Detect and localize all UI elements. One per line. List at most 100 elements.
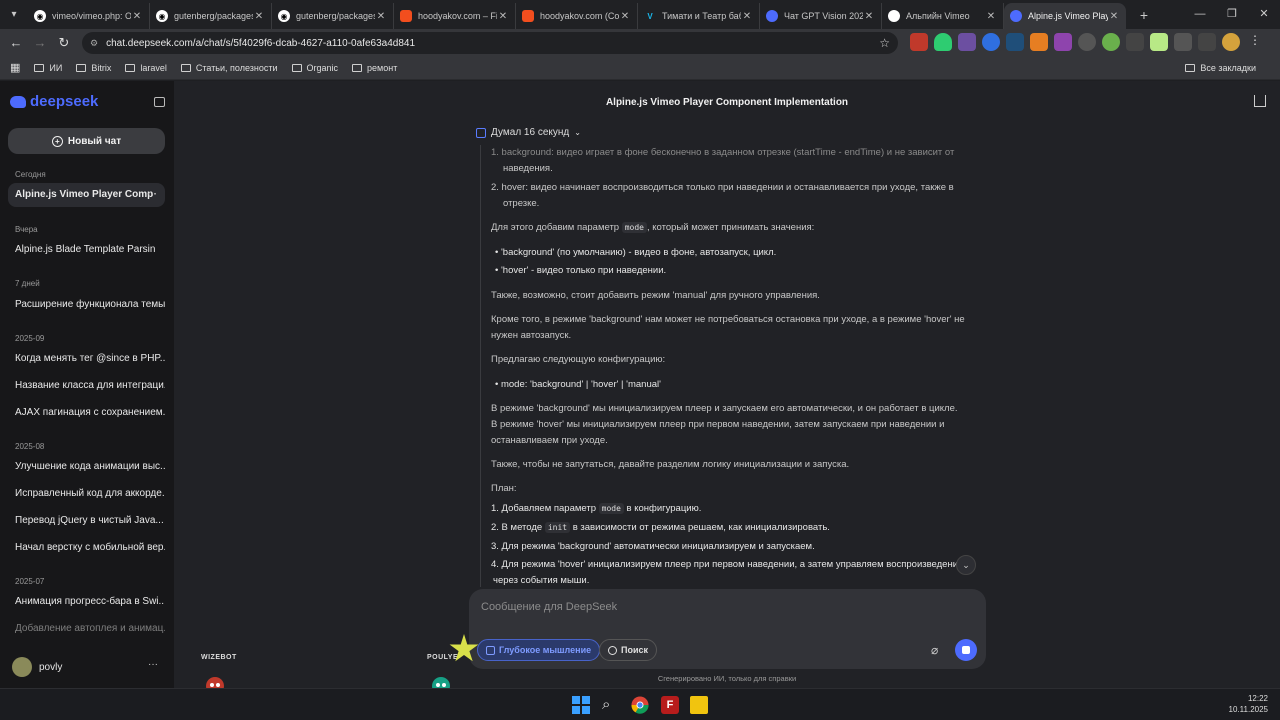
windows-start-icon[interactable] xyxy=(572,696,590,714)
extension-icon[interactable] xyxy=(1150,33,1168,51)
close-tab-icon[interactable]: ✕ xyxy=(985,11,997,22)
chat-item-active[interactable]: Alpine.js Vimeo Player Comp ··· xyxy=(8,183,165,207)
menu-dots-icon[interactable]: ⋮ xyxy=(1246,33,1264,51)
puzzle-icon[interactable] xyxy=(1174,33,1192,51)
browser-tab[interactable]: hoodyakov.com (Cop ✕ xyxy=(516,3,638,29)
chat-item[interactable]: Добавление автоплея и анимац... xyxy=(8,617,165,641)
search-icon[interactable]: ⌕ xyxy=(602,696,620,714)
extension-icon[interactable] xyxy=(1030,33,1048,51)
deep-think-toggle[interactable]: Глубокое мышление xyxy=(477,639,601,661)
shield-icon[interactable] xyxy=(934,33,952,51)
extension-icon[interactable] xyxy=(1126,33,1144,51)
back-icon[interactable]: ← xyxy=(4,35,28,50)
extension-icon[interactable] xyxy=(1054,33,1072,51)
browser-tab-active[interactable]: Alpine.js Vimeo Player✕ xyxy=(1004,3,1126,29)
windows-taskbar: ⌕ F 12:22 10.11.2025 xyxy=(0,688,1280,720)
deepseek-icon xyxy=(1010,10,1022,22)
chat-item[interactable]: Перевод jQuery в чистый Java... xyxy=(8,509,165,533)
browser-tab[interactable]: ◉ vimeo/vimeo.php: Off ✕ xyxy=(28,3,150,29)
bookmark-folder[interactable]: Bitrix xyxy=(76,63,111,73)
avatar xyxy=(12,657,32,677)
bookmark-folder[interactable]: ИИ xyxy=(34,63,62,73)
scroll-down-button[interactable]: ⌄ xyxy=(956,555,976,575)
filezilla-icon[interactable]: F xyxy=(661,696,679,714)
overlay-label: WIZEBOT xyxy=(201,654,237,661)
more-icon[interactable]: ··· xyxy=(147,183,157,207)
close-tab-icon[interactable]: ✕ xyxy=(1108,11,1120,22)
extension-icon[interactable] xyxy=(982,33,1000,51)
close-tab-icon[interactable]: ✕ xyxy=(741,11,753,22)
browser-tab[interactable]: Чат GPT Vision 2025 ✕ xyxy=(760,3,882,29)
extension-icon[interactable] xyxy=(1006,33,1024,51)
user-menu-icon[interactable]: ··· xyxy=(148,659,158,670)
text-line: В режиме 'background' мы инициализируем … xyxy=(491,403,958,414)
close-window-icon[interactable]: ✕ xyxy=(1248,0,1280,29)
media-icon[interactable] xyxy=(1198,33,1216,51)
user-profile[interactable]: povly xyxy=(12,657,62,677)
text-line: 3. Для режима 'background' автоматически… xyxy=(491,541,815,552)
chat-item[interactable]: Исправленный код для аккорде... xyxy=(8,482,165,506)
browser-tab[interactable]: Альпийн Vimeo ✕ xyxy=(882,3,1004,29)
bookmark-folder[interactable]: ремонт xyxy=(352,63,397,73)
bookmark-star-icon[interactable]: ☆ xyxy=(879,36,890,50)
browser-tab[interactable]: ◉ gutenberg/packages/✕ xyxy=(272,3,394,29)
bookmark-folder[interactable]: Статьи, полезности xyxy=(180,63,278,73)
extension-icon[interactable] xyxy=(1102,33,1120,51)
bookmark-folder[interactable]: Organic xyxy=(291,63,338,73)
whale-icon xyxy=(10,95,26,108)
new-tab-icon[interactable]: + xyxy=(1132,7,1156,23)
bookmark-folder[interactable]: laravel xyxy=(125,63,167,73)
close-tab-icon[interactable]: ✕ xyxy=(497,11,509,22)
adblock-icon[interactable] xyxy=(910,33,928,51)
all-bookmarks[interactable]: Все закладки xyxy=(1185,63,1256,73)
chat-item[interactable]: Анимация прогресс-бара в Swi... xyxy=(8,590,165,614)
reload-icon[interactable]: ↻ xyxy=(52,35,76,51)
chat-item[interactable]: Alpine.js Blade Template Parsin xyxy=(8,238,165,262)
system-clock[interactable]: 12:22 10.11.2025 xyxy=(1229,693,1268,715)
apps-grid-icon[interactable]: ▦ xyxy=(10,61,20,74)
stop-generation-button[interactable] xyxy=(955,639,977,661)
browser-tab[interactable]: ◉ gutenberg/packages/✕ xyxy=(150,3,272,29)
deepseek-logo[interactable]: deepseek xyxy=(10,93,98,110)
tab-search-icon[interactable]: ▾ xyxy=(0,1,28,29)
forward-icon[interactable]: → xyxy=(28,35,52,50)
file-explorer-icon[interactable] xyxy=(690,696,708,714)
close-tab-icon[interactable]: ✕ xyxy=(863,11,875,22)
chrome-icon[interactable] xyxy=(631,696,649,714)
attach-icon[interactable]: ⌀ xyxy=(931,643,938,657)
collapse-sidebar-icon[interactable] xyxy=(154,97,165,107)
browser-tab[interactable]: hoodyakov.com – Fig ✕ xyxy=(394,3,516,29)
chat-item[interactable]: Расширение функционала темы... xyxy=(8,293,165,317)
extension-icon[interactable] xyxy=(1078,33,1096,51)
ai-disclaimer: Сгенерировано ИИ, только для справки xyxy=(657,674,797,683)
chat-item[interactable]: Когда менять тег @since в PHP... xyxy=(8,347,165,371)
extension-icon[interactable] xyxy=(958,33,976,51)
folder-icon xyxy=(76,63,87,72)
restore-icon[interactable]: ❐ xyxy=(1216,0,1248,29)
section-label: 2025-09 xyxy=(15,334,45,343)
github-icon: ◉ xyxy=(156,10,168,22)
url-field[interactable]: ⚙ chat.deepseek.com/a/chat/s/5f4029f6-dc… xyxy=(82,32,898,54)
search-toggle[interactable]: Поиск xyxy=(599,639,658,661)
browser-tab[interactable]: V Тимати и Театр баб ✕ xyxy=(638,3,760,29)
new-chat-button[interactable]: + Новый чат xyxy=(8,128,165,154)
thinking-toggle[interactable]: Думал 16 секунд ⌄ xyxy=(476,127,581,138)
chat-item[interactable]: Улучшение кода анимации выс... xyxy=(8,455,165,479)
url-text: chat.deepseek.com/a/chat/s/5f4029f6-dcab… xyxy=(106,37,416,49)
minimize-icon[interactable]: — xyxy=(1184,0,1216,29)
text-line: 2. hover: видео начинает воспроизводитьс… xyxy=(491,182,954,193)
message-input[interactable] xyxy=(481,597,971,617)
close-tab-icon[interactable]: ✕ xyxy=(619,11,631,22)
chat-title: Alpine.js Vimeo Player Component Impleme… xyxy=(605,97,849,108)
text-line: В режиме 'hover' мы инициализируем плеер… xyxy=(491,419,945,430)
close-tab-icon[interactable]: ✕ xyxy=(253,11,265,22)
chat-item[interactable]: Название класса для интеграци... xyxy=(8,374,165,398)
close-tab-icon[interactable]: ✕ xyxy=(131,11,143,22)
chat-item[interactable]: Начал верстку с мобильной вер... xyxy=(8,536,165,560)
profile-avatar-icon[interactable] xyxy=(1222,33,1240,51)
close-tab-icon[interactable]: ✕ xyxy=(375,11,387,22)
site-info-icon[interactable]: ⚙ xyxy=(90,38,98,49)
chat-item[interactable]: AJAX пагинация с сохранением... xyxy=(8,401,165,425)
share-icon[interactable] xyxy=(1254,95,1266,107)
bookmarks-bar: ▦ ИИ Bitrix laravel Статьи, полезности O… xyxy=(0,56,1280,80)
